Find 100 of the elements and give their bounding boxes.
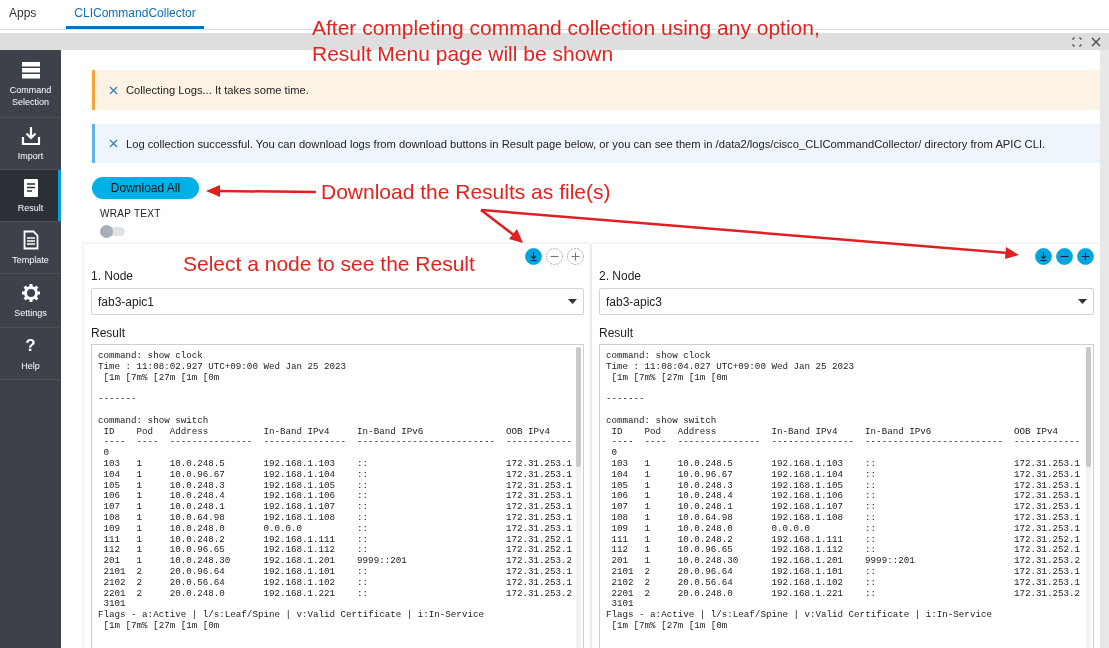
- output-cell-text: 1: [136, 556, 144, 567]
- output-cell-text: 172.31.253.1: [1013, 491, 1082, 503]
- app-tab[interactable]: Apps: [9, 0, 45, 29]
- output-cell-text: ::: [865, 545, 878, 557]
- output-cell-text: ::: [865, 458, 878, 470]
- output-cell-text: 172.31.253.2: [505, 588, 574, 600]
- output-cell-text: 172.31.253.1: [505, 491, 574, 503]
- sidebar-item[interactable]: Command Selection: [0, 50, 61, 118]
- document-list-icon: [22, 229, 39, 250]
- output-cell-text: ::: [357, 545, 370, 557]
- output-cell-text: 192.168.1.101: [263, 566, 337, 578]
- help-icon: ?: [25, 335, 36, 356]
- output-cell-text: ::: [357, 469, 370, 481]
- output-cell-text: 192.168.1.221: [771, 588, 845, 600]
- scrollbar-thumb[interactable]: [1086, 347, 1091, 467]
- output-cell-text: 1: [644, 491, 652, 503]
- output-cell-text: 2102: [611, 577, 635, 589]
- output-cell-text: 20.0.96.64: [677, 566, 734, 578]
- output-cell-text: 1: [136, 534, 144, 546]
- close-icon[interactable]: [109, 139, 118, 148]
- rule-dashes: ----: [611, 437, 635, 449]
- output-cell-text: 192.168.1.106: [263, 491, 337, 503]
- output-line: -------: [98, 394, 138, 405]
- output-cell-text: 192.168.1.111: [771, 534, 845, 546]
- sidebar-item[interactable]: Settings: [0, 274, 61, 328]
- output-cell-text: 10.0.96.65: [169, 545, 226, 557]
- output-cell-text: 192.168.1.104: [263, 469, 337, 481]
- rule-dashes: ----: [644, 437, 668, 449]
- output-cell-text: 172.31.252.1: [1013, 534, 1082, 546]
- app-tab[interactable]: CLICommandCollector: [66, 0, 204, 29]
- wrap-text-label: WRAP TEXT: [100, 208, 162, 219]
- output-cell-text: 192.168.1.104: [771, 469, 845, 481]
- close-icon[interactable]: [109, 85, 118, 95]
- node-select[interactable]: fab3-apic3: [599, 288, 1094, 315]
- output-cell-text: 172.31.253.1: [1013, 469, 1082, 481]
- output-cell-text: 3101: [611, 599, 635, 610]
- output-cell-text: 1: [136, 512, 144, 524]
- output-cell-text: 107: [103, 502, 122, 513]
- output-cell-text: 172.31.253.2: [1013, 588, 1082, 600]
- output-cell-text: ::: [357, 523, 370, 535]
- output-cell-text: ::: [865, 512, 878, 524]
- output-line: command: show clock: [98, 351, 204, 362]
- output-cell-text: ::: [865, 480, 878, 492]
- caret-icon: [568, 299, 577, 304]
- output-cell-text: 172.31.253.1: [505, 523, 574, 535]
- output-cell-text: 172.31.253.1: [505, 566, 574, 578]
- annotation-text: After completing command collection using any option, Result Menu page will be shown: [312, 15, 820, 67]
- column-header: OOB IPv4: [1013, 426, 1060, 438]
- download-icon[interactable]: [1035, 248, 1052, 265]
- expand-icon[interactable]: [1072, 36, 1082, 47]
- output-cell-text: 3101: [103, 599, 127, 610]
- alert-text: Collecting Logs... It takes some time.: [126, 84, 309, 96]
- download-tray-icon: [20, 125, 41, 146]
- output-cell-text: ::: [865, 534, 878, 546]
- output-cell-text: 1: [136, 545, 144, 557]
- output-cell-text: 192.168.1.107: [771, 502, 845, 513]
- output-cell-text: 172.31.253.1: [505, 458, 574, 470]
- output-cell-text: 2101: [103, 566, 127, 578]
- output-cell-text: 1: [644, 556, 652, 567]
- output-cell-text: 10.0.248.3: [169, 480, 226, 492]
- output-cell-text: 1: [136, 458, 144, 470]
- download-all-button[interactable]: Download All: [92, 177, 199, 199]
- minus-icon[interactable]: [1056, 248, 1073, 265]
- node-select[interactable]: fab3-apic1: [91, 288, 584, 315]
- output-cell-text: 172.31.253.1: [1013, 566, 1082, 578]
- output-cell-text: 172.31.253.2: [1013, 556, 1082, 567]
- output-cell-text: 172.31.253.1: [1013, 458, 1082, 470]
- output-cell-text: 172.31.253.1: [505, 512, 574, 524]
- output-cell-text: 1: [644, 469, 652, 481]
- output-cell-text: 2: [644, 588, 652, 600]
- rule-dashes: ------------: [505, 437, 574, 449]
- close-icon[interactable]: [1091, 36, 1101, 47]
- output-cell-text: 2101: [611, 566, 635, 578]
- sidebar-item[interactable]: Result: [0, 170, 61, 222]
- output-cell-text: 172.31.253.1: [505, 480, 574, 492]
- output-cell-text: 2: [136, 588, 144, 600]
- output-cell-text: 1: [136, 469, 144, 481]
- output-cell-text: 10.0.248.0: [169, 523, 226, 535]
- output-cell-text: 172.31.253.1: [505, 577, 574, 589]
- alert-text: Log collection successful. You can download logs from download buttons in Result page below, or you can see them in /data2/logs/cisco_CLICommandCollector/ directory from APIC CLI.: [126, 137, 1046, 150]
- scrollbar-thumb[interactable]: [576, 347, 581, 467]
- output-cell-text: 103: [611, 458, 630, 470]
- output-cell-text: 172.31.252.1: [505, 534, 574, 546]
- sidebar-item[interactable]: ? Help: [0, 328, 61, 380]
- download-icon[interactable]: [525, 248, 542, 265]
- output-cell-text: 1: [644, 502, 652, 513]
- output-cell-text: 192.168.1.108: [771, 512, 845, 524]
- sidebar-item[interactable]: Template: [0, 222, 61, 274]
- output-cell-text: ::: [865, 566, 878, 578]
- wrap-text-toggle[interactable]: [100, 227, 125, 236]
- plus-icon[interactable]: [1077, 248, 1094, 265]
- output-cell-text: 1: [644, 545, 652, 557]
- output-cell-text: 1: [136, 491, 144, 503]
- column-header: In-Band IPv6: [357, 426, 425, 438]
- output-cell-text: 10.0.248.30: [677, 556, 740, 567]
- output-cell-text: ::: [357, 577, 370, 589]
- output-cell-text: 172.31.253.1: [1013, 502, 1082, 513]
- output-cell-text: ::: [357, 588, 370, 600]
- scrollbar[interactable]: [1100, 50, 1109, 648]
- column-header: In-Band IPv6: [865, 426, 933, 438]
